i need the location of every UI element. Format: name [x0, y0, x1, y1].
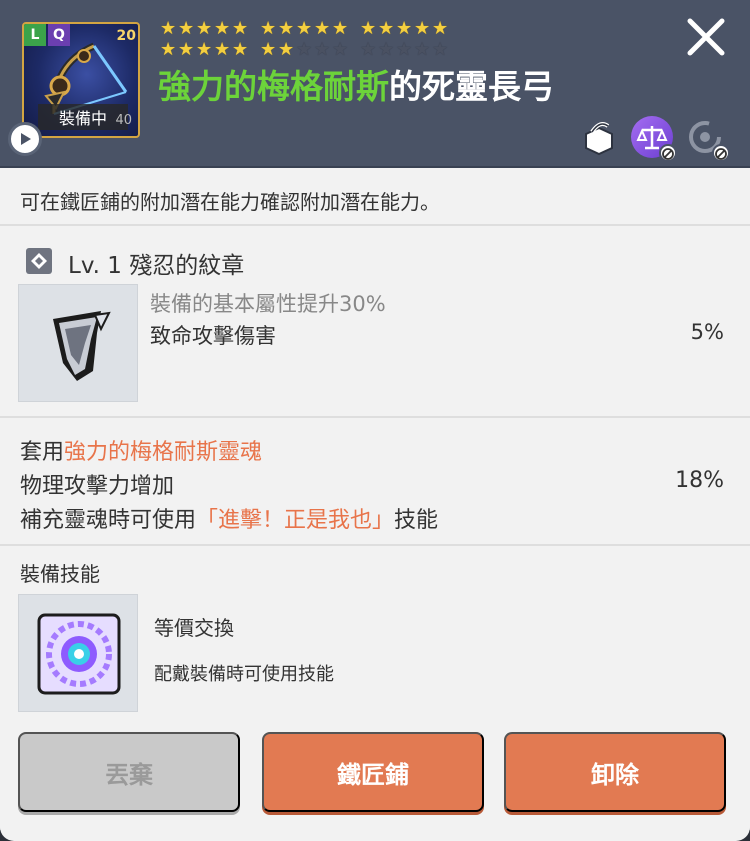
star-empty-icon: ★ — [332, 39, 349, 60]
star-filled-icon: ★ — [214, 18, 231, 39]
item-detail-panel: L Q 20 裝備中 40 ★ ★ ★ ★ ★ ★ ★ ★ ★ ★ ★ ★ ★ ★ ★ ★ ★ ★ ★ ★ ★ ★ ★ ★ ★… — [0, 0, 750, 841]
close-button[interactable] — [683, 14, 729, 60]
play-icon — [21, 133, 31, 145]
star-group-gap — [350, 20, 360, 38]
star-group-gap — [250, 41, 260, 59]
share-box-icon — [585, 122, 613, 156]
star-filled-icon: ★ — [278, 18, 295, 39]
item-header: L Q 20 裝備中 40 ★ ★ ★ ★ ★ ★ ★ ★ ★ ★ ★ ★ ★ ★ ★ ★ ★ ★ ★ ★ ★ ★ ★ ★ ★… — [0, 0, 750, 168]
star-filled-icon: ★ — [314, 18, 331, 39]
emblem-image — [18, 284, 138, 402]
star-filled-icon: ★ — [414, 18, 431, 39]
emblem-section: Lv. 1 殘忍的紋章 裝備的基本屬性提升30% 致命攻擊傷害 5% — [0, 228, 750, 418]
star-filled-icon: ★ — [232, 18, 249, 39]
star-empty-icon: ★ — [414, 39, 431, 60]
star-empty-icon: ★ — [360, 39, 377, 60]
grade-badge: L — [24, 24, 46, 46]
star-filled-icon: ★ — [432, 18, 449, 39]
discard-button[interactable]: 丟棄 — [18, 732, 240, 812]
play-button[interactable] — [8, 122, 42, 156]
item-thumbnail[interactable]: L Q 20 裝備中 40 — [22, 22, 140, 138]
additional-potential-text: 可在鐵匠鋪的附加潛在能力確認附加潛在能力。 — [20, 190, 440, 214]
item-level: 20 — [116, 28, 136, 44]
equip-skill-image[interactable] — [18, 594, 138, 712]
equip-skill-name: 等價交換 — [154, 616, 234, 640]
item-title-prefix: 強力的梅格耐斯 — [158, 67, 389, 106]
emblem-diamond-icon — [26, 248, 52, 274]
item-title-suffix: 的死靈長弓 — [389, 67, 554, 106]
star-empty-icon: ★ — [378, 39, 395, 60]
soul-name: 強力的梅格耐斯靈魂 — [64, 440, 263, 465]
star-filled-icon: ★ — [160, 18, 177, 39]
emblem-stat-base: 裝備的基本屬性提升30% — [150, 292, 386, 316]
star-force-rating: ★ ★ ★ ★ ★ ★ ★ ★ ★ ★ ★ ★ ★ ★ ★ ★ ★ ★ ★ ★ ★ ★ ★ ★ ★ ★ ★ ★ ★ ★ — [160, 20, 580, 60]
star-filled-icon: ★ — [260, 39, 277, 60]
transfer-button[interactable] — [684, 116, 730, 162]
star-row-top: ★ ★ ★ ★ ★ ★ ★ ★ ★ ★ ★ ★ ★ ★ ★ — [160, 20, 580, 38]
star-group-gap — [250, 20, 260, 38]
blocked-icon — [659, 144, 677, 162]
compare-button[interactable] — [631, 116, 677, 162]
star-filled-icon: ★ — [160, 39, 177, 60]
emblem-stat-crit: 致命攻擊傷害 — [150, 324, 276, 348]
soul-skill-suffix: 技能 — [394, 508, 439, 533]
soul-section: 套用強力的梅格耐斯靈魂 物理攻擊力增加 18% 補充靈魂時可使用「進擊！正是我也… — [0, 420, 750, 546]
search-badge: Q — [48, 24, 70, 46]
star-filled-icon: ★ — [396, 18, 413, 39]
star-empty-icon: ★ — [296, 39, 313, 60]
additional-potential-note: 可在鐵匠鋪的附加潛在能力確認附加潛在能力。 — [0, 168, 750, 226]
star-empty-icon: ★ — [396, 39, 413, 60]
close-icon — [687, 18, 725, 56]
equip-skill-desc: 配戴裝備時可使用技能 — [154, 664, 334, 685]
star-filled-icon: ★ — [332, 18, 349, 39]
thumb-number: 40 — [115, 113, 132, 128]
star-row-bottom: ★ ★ ★ ★ ★ ★ ★ ★ ★ ★ ★ ★ ★ ★ ★ — [160, 41, 580, 59]
soul-stat-line: 物理攻擊力增加 — [20, 474, 175, 499]
action-button-bar: 丟棄 鐵匠鋪 卸除 — [0, 718, 750, 830]
equip-skill-title: 裝備技能 — [20, 562, 100, 586]
blocked-icon — [712, 144, 730, 162]
soul-apply-prefix: 套用 — [20, 440, 65, 465]
star-filled-icon: ★ — [378, 18, 395, 39]
star-empty-icon: ★ — [432, 39, 449, 60]
star-filled-icon: ★ — [232, 39, 249, 60]
star-filled-icon: ★ — [360, 18, 377, 39]
soul-stat-value: 18% — [675, 468, 724, 493]
star-filled-icon: ★ — [196, 18, 213, 39]
equip-skill-section: 裝備技能 等價交換 配戴裝備時可使用技能 — [0, 548, 750, 718]
star-filled-icon: ★ — [196, 39, 213, 60]
star-group-gap — [350, 41, 360, 59]
star-filled-icon: ★ — [296, 18, 313, 39]
star-filled-icon: ★ — [214, 39, 231, 60]
unequip-button[interactable]: 卸除 — [504, 732, 726, 812]
share-button[interactable] — [578, 116, 620, 158]
emblem-icon — [53, 311, 111, 381]
star-empty-icon: ★ — [314, 39, 331, 60]
soul-skill-name: 「進擊！正是我也」 — [196, 508, 395, 533]
star-filled-icon: ★ — [260, 18, 277, 39]
item-title: 強力的梅格耐斯的死靈長弓 — [158, 60, 554, 108]
emblem-title: Lv. 1 殘忍的紋章 — [68, 253, 245, 279]
star-filled-icon: ★ — [178, 39, 195, 60]
soul-skill-line: 補充靈魂時可使用「進擊！正是我也」技能 — [20, 502, 438, 534]
soul-apply-line: 套用強力的梅格耐斯靈魂 — [20, 434, 262, 466]
equivalent-exchange-icon — [37, 613, 121, 695]
blacksmith-button[interactable]: 鐵匠鋪 — [262, 732, 484, 812]
soul-skill-prefix: 補充靈魂時可使用 — [20, 508, 197, 533]
star-filled-icon: ★ — [278, 39, 295, 60]
emblem-stat-crit-value: 5% — [690, 320, 724, 344]
star-filled-icon: ★ — [178, 18, 195, 39]
